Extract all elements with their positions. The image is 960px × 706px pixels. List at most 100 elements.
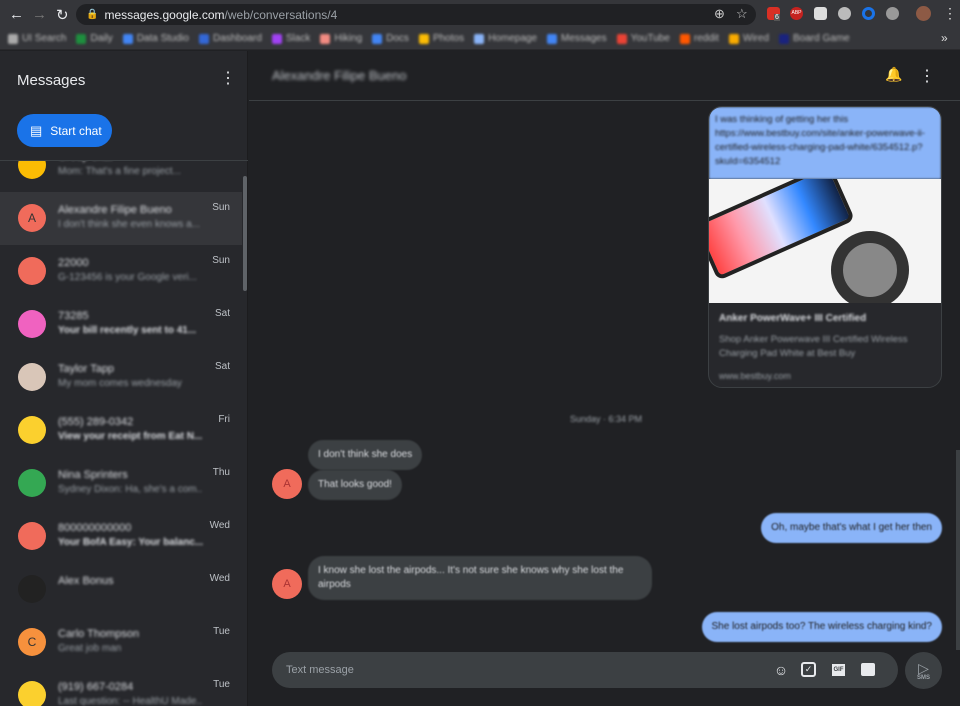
bookmark-label: Photos [432, 33, 465, 44]
conversation-item[interactable]: A Alexandre Filipe Bueno I don't think she… [0, 192, 242, 245]
conversation-item[interactable]: Taylor Tapp My mom comes wednesday Sat [0, 351, 242, 404]
contact-avatar [18, 575, 46, 603]
more-bookmarks-button[interactable]: » [941, 31, 948, 45]
conversation-item[interactable]: Nina Sprinters Sydney Dixon: Ha, she's a … [0, 457, 242, 510]
bookmark[interactable]: Data Studio [122, 33, 189, 44]
bookmarks-bar: UI Search Daily Data Studio Dashboard Slack H… [0, 28, 960, 50]
message-preview: Your BofA Easy: Your balanc... [58, 537, 203, 548]
menu-icon[interactable]: ⋮ [943, 5, 957, 22]
bookmark-label: Wired [742, 33, 770, 44]
link-domain: www.bestbuy.com [719, 371, 791, 381]
settings-icon[interactable] [886, 7, 899, 20]
emoji-icon[interactable]: ☺ [772, 661, 790, 679]
conversation-item[interactable]: 22000 G-123456 is your Google veri... Sun [0, 245, 242, 298]
bookmark[interactable]: reddit [679, 33, 719, 44]
bookmark[interactable]: Dashboard [198, 33, 262, 44]
camera-icon[interactable] [838, 7, 851, 20]
conversation-item[interactable]: Alex Bonus Wed [0, 563, 242, 616]
contact-avatar[interactable]: A [272, 569, 302, 599]
message-input[interactable] [286, 664, 746, 676]
conversation-item[interactable]: C Carlo Thompson Great job man Tue [0, 616, 242, 669]
compose-bar: ☺ ✓ GIF [272, 652, 898, 688]
conversation-date: Wed [209, 520, 230, 531]
bookmark[interactable]: YouTube [616, 33, 670, 44]
incoming-message[interactable]: I don't think she does [308, 440, 423, 470]
contact-name: Alex Bonus [58, 575, 114, 587]
forward-icon[interactable]: → [32, 6, 47, 23]
bookmark[interactable]: UI Search [8, 33, 66, 44]
bookmark[interactable]: Daily [76, 33, 113, 44]
contact-avatar [18, 681, 46, 706]
bookmark[interactable]: Photos [418, 33, 465, 44]
bookmark[interactable]: Messages [547, 33, 607, 44]
bookmark[interactable]: Homepage [474, 33, 537, 44]
bookmark[interactable]: Hiking [320, 33, 362, 44]
bookmark-label: Data Studio [136, 33, 189, 44]
contact-name: Alexandre Filipe Bueno [58, 204, 172, 216]
conversation-title: Alexandre Filipe Bueno [272, 68, 407, 83]
install-icon[interactable]: ⊕ [714, 6, 725, 22]
bookmark[interactable]: Wired [728, 33, 770, 44]
more-options-icon[interactable]: ⋮ [220, 68, 236, 88]
bookmark[interactable]: Docs [372, 33, 409, 44]
message-preview: Last question: -- HealthU Made... [58, 696, 203, 706]
conversation-item[interactable]: (919) 667-0284 Last question: -- HealthU … [0, 669, 242, 706]
bell-icon[interactable]: 🔔 [885, 66, 902, 83]
contact-name: Carlo Thompson [58, 628, 140, 640]
contact-avatar[interactable]: A [272, 469, 302, 499]
app-title: Messages [17, 72, 86, 89]
link-preview-card[interactable]: I was thinking of getting her this https… [708, 106, 942, 388]
send-button[interactable]: ▷ SMS [905, 652, 942, 689]
link-message[interactable]: I was thinking of getting her this https… [709, 107, 941, 179]
link-description: Shop Anker Powerwave III Certified Wirel… [719, 334, 908, 359]
contact-name: 800000000000 [58, 522, 132, 534]
more-options-icon[interactable]: ⋮ [919, 66, 935, 86]
conversation-date: Thu [212, 467, 230, 478]
image-icon[interactable] [861, 663, 875, 676]
conversation-item[interactable]: Group chat Mom: That's a fine project... [0, 161, 242, 192]
extension-icon[interactable] [862, 7, 875, 20]
bookmark-icon [122, 33, 133, 44]
avatar[interactable] [916, 6, 931, 21]
star-icon[interactable]: ☆ [736, 6, 748, 22]
bookmark[interactable]: Board Game [779, 33, 850, 44]
bookmark-icon [320, 33, 331, 44]
url-path: /web/conversations/4 [224, 7, 338, 22]
message-preview: I don't think she even knows a... [58, 219, 200, 230]
bookmark-icon [679, 33, 690, 44]
contact-name: Group chat [58, 161, 112, 163]
scrollbar[interactable] [956, 450, 960, 650]
bookmark-label: reddit [693, 33, 719, 44]
incoming-message[interactable]: I know she lost the airpods... It's not … [308, 556, 652, 600]
bookmark-label: Dashboard [212, 33, 262, 44]
outgoing-message[interactable]: She lost airpods too? The wireless charg… [701, 612, 942, 642]
address-bar[interactable]: 🔒 messages.google.com/web/conversations/… [76, 4, 756, 25]
message-preview: Sydney Dixon: Ha, she's a com... [58, 484, 203, 495]
contact-name: (919) 667-0284 [58, 681, 134, 693]
extension-icon[interactable]: 6 [767, 7, 780, 21]
bookmark-label: Docs [386, 33, 409, 44]
scrollbar[interactable] [243, 176, 247, 291]
extension-icon[interactable] [814, 7, 827, 20]
bookmark[interactable]: Slack [271, 33, 310, 44]
reload-icon[interactable]: ↻ [56, 6, 69, 24]
conversation-date: Fri [218, 414, 230, 425]
back-icon[interactable]: ← [9, 6, 24, 23]
bookmark-label: Hiking [334, 33, 363, 44]
conversation-item[interactable]: 73285 Your bill recently sent to 41... Sat [0, 298, 242, 351]
start-chat-button[interactable]: ▤ Start chat [17, 114, 112, 147]
outgoing-message[interactable]: Oh, maybe that's what I get her then [761, 513, 942, 543]
conversation-item[interactable]: (555) 289-0342 View your receipt from Eat… [0, 404, 242, 457]
message-preview: Your bill recently sent to 41... [58, 325, 197, 336]
conversation-item[interactable]: 800000000000 Your BofA Easy: Your balanc.… [0, 510, 242, 563]
sticker-icon[interactable]: ✓ [801, 662, 816, 677]
gif-icon[interactable]: GIF [832, 664, 845, 676]
contact-avatar [18, 469, 46, 497]
url-host: messages.google.com [104, 7, 225, 22]
adblock-icon[interactable]: ABP [790, 7, 803, 20]
contact-avatar: A [18, 204, 46, 232]
chat-icon: ▤ [30, 122, 43, 138]
incoming-message[interactable]: That looks good! [308, 470, 402, 500]
bookmark-label: Messages [561, 33, 607, 44]
conversation-date: Sun [212, 202, 230, 213]
